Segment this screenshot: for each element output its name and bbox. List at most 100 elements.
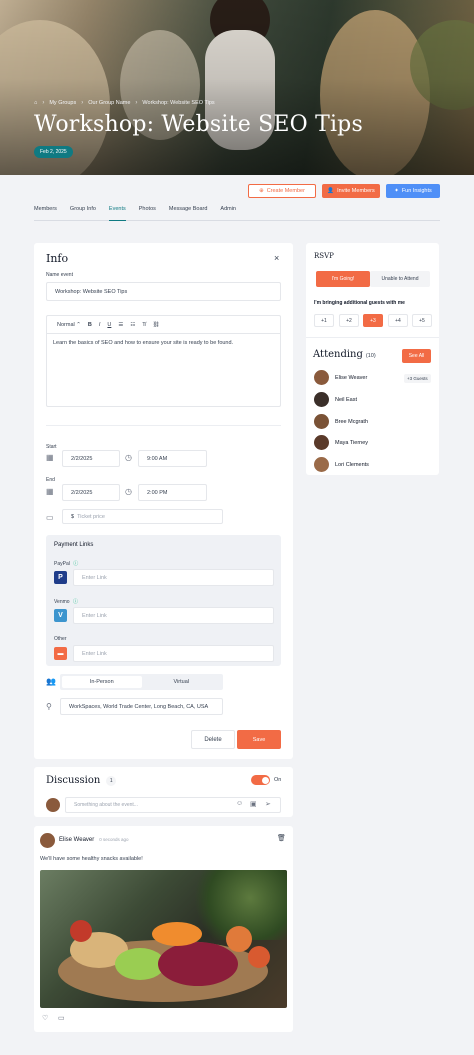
mode-option-in-person[interactable]: In-Person: [62, 676, 142, 688]
plus-circle-icon: ⊕: [259, 188, 264, 194]
action-bar: ⊕ Create Member 👤 Invite Members ✦ Fun I…: [248, 184, 440, 198]
paypal-label: PayPal ⓘ: [54, 560, 78, 567]
post-meta: Elise Weaver 0 seconds ago: [59, 837, 129, 843]
heart-icon[interactable]: ♡: [42, 1014, 48, 1022]
end-time-input[interactable]: 2:00 PM: [138, 484, 207, 501]
invite-members-button[interactable]: 👤 Invite Members: [322, 184, 380, 198]
bullet-list-icon[interactable]: ☷: [130, 322, 135, 328]
avatar: [314, 414, 329, 429]
clock-icon: ◷: [125, 487, 132, 496]
clear-format-icon[interactable]: T̸: [142, 322, 145, 328]
attendee-row[interactable]: Lori Clements: [314, 457, 369, 472]
attending-heading: Attending: [313, 349, 363, 360]
emoji-icon[interactable]: ☺: [236, 800, 243, 807]
link-icon[interactable]: ⛓: [153, 322, 160, 328]
attendee-row[interactable]: Neil East: [314, 392, 357, 407]
guest-option-1[interactable]: +1: [314, 314, 334, 327]
payment-links-panel: Payment Links PayPal ⓘ P Enter Link Venm…: [46, 535, 281, 666]
guest-option-3[interactable]: +3: [363, 314, 383, 327]
discussion-count: 1: [106, 775, 117, 786]
comment-icon[interactable]: ▭: [58, 1014, 65, 1022]
attending-header: Attending (10): [313, 349, 376, 360]
sparkle-icon: ✦: [394, 188, 399, 194]
fun-insights-button[interactable]: ✦ Fun Insights: [386, 184, 440, 198]
guest-option-2[interactable]: +2: [339, 314, 359, 327]
image-icon[interactable]: ▣: [250, 800, 257, 808]
avatar: [40, 833, 55, 848]
start-label: Start: [46, 444, 57, 450]
guest-option-5[interactable]: +5: [412, 314, 432, 327]
attendee-name: Elise Weaver: [335, 374, 368, 381]
start-time-input[interactable]: 9:00 AM: [138, 450, 207, 467]
see-all-button[interactable]: See All: [402, 349, 431, 363]
breadcrumb: ⌂ › My Groups › Our Group Name › Worksho…: [34, 100, 215, 106]
trash-icon[interactable]: 🗑: [277, 834, 286, 842]
create-member-button[interactable]: ⊕ Create Member: [248, 184, 316, 198]
avatar: [314, 370, 329, 385]
chevron-right-icon: ›: [81, 100, 84, 106]
underline-icon[interactable]: U: [107, 322, 111, 328]
ticket-icon: ▭: [46, 513, 54, 522]
attendee-row[interactable]: Bree Mcgrath: [314, 414, 368, 429]
comment-placeholder: Something about the event...: [74, 802, 138, 808]
text-style-select[interactable]: Normal ⌃: [57, 322, 81, 328]
going-button[interactable]: I'm Going!: [316, 271, 370, 287]
tab-message-board[interactable]: Message Board: [169, 205, 208, 220]
card-icon: ▬: [54, 647, 67, 660]
end-label: End: [46, 477, 55, 483]
start-date-input[interactable]: 2/2/2025: [62, 450, 120, 467]
paypal-link-input[interactable]: Enter Link: [73, 569, 274, 586]
text-style-value: Normal: [57, 321, 75, 328]
tab-photos[interactable]: Photos: [139, 205, 156, 220]
tab-admin[interactable]: Admin: [220, 205, 236, 220]
clock-icon: ◷: [125, 453, 132, 462]
description-text[interactable]: Learn the basics of SEO and how to ensur…: [47, 334, 280, 352]
end-date-input[interactable]: 2/2/2025: [62, 484, 120, 501]
post-time: 0 seconds ago: [99, 837, 129, 842]
tab-events[interactable]: Events: [108, 205, 126, 221]
italic-icon[interactable]: I: [99, 322, 101, 328]
delete-button[interactable]: Delete: [191, 730, 235, 749]
currency-symbol: $: [71, 513, 75, 520]
venmo-link-input[interactable]: Enter Link: [73, 607, 274, 624]
post-author[interactable]: Elise Weaver: [59, 837, 94, 843]
bold-icon[interactable]: B: [88, 322, 92, 328]
tab-bar: Members Group Info Events Photos Message…: [34, 205, 440, 221]
guest-option-4[interactable]: +4: [388, 314, 408, 327]
venmo-link-placeholder: Enter Link: [82, 612, 107, 619]
venmo-logo-icon: V: [54, 609, 67, 622]
ordered-list-icon[interactable]: ☰: [118, 322, 123, 328]
discussion-toggle[interactable]: [251, 775, 270, 785]
location-input[interactable]: WorkSpaces, World Trade Center, Long Bea…: [60, 698, 223, 715]
peach-shape: [248, 946, 270, 968]
ticket-price-placeholder: Ticket price: [77, 513, 105, 520]
info-circle-icon: ⓘ: [73, 561, 79, 567]
save-button[interactable]: Save: [237, 730, 281, 749]
event-mode-toggle: In-Person Virtual: [60, 674, 223, 690]
guest-count-badge: +3 Guests: [404, 374, 431, 383]
send-icon[interactable]: ➢: [265, 800, 271, 808]
comment-input[interactable]: Something about the event...: [65, 797, 281, 813]
attendee-row[interactable]: Maya Tierney: [314, 435, 368, 450]
tab-group-info[interactable]: Group Info: [70, 205, 96, 220]
tab-members[interactable]: Members: [34, 205, 57, 220]
attendee-row[interactable]: Elise Weaver: [314, 370, 367, 385]
breadcrumb-item[interactable]: My Groups: [49, 100, 76, 106]
event-name-input[interactable]: Workshop: Website SEO Tips: [46, 282, 281, 301]
mode-option-virtual[interactable]: Virtual: [142, 676, 222, 688]
discussion-header: Discussion 1: [46, 775, 117, 786]
chevron-right-icon: ›: [42, 100, 45, 106]
fun-insights-label: Fun Insights: [401, 188, 432, 194]
unable-button[interactable]: Unable to Attend: [370, 271, 430, 287]
peach-shape: [226, 926, 252, 952]
user-plus-icon: 👤: [327, 188, 335, 194]
berries-shape: [158, 942, 238, 986]
other-link-input[interactable]: Enter Link: [73, 645, 274, 662]
post-image[interactable]: [40, 870, 287, 1008]
ticket-price-input[interactable]: $ Ticket price: [62, 509, 223, 524]
editor-toolbar: Normal ⌃ B I U ☰ ☷ T̸ ⛓: [47, 316, 280, 334]
breadcrumb-item[interactable]: Our Group Name: [88, 100, 130, 106]
home-icon[interactable]: ⌂: [34, 100, 37, 106]
close-icon[interactable]: ×: [274, 253, 279, 263]
attendee-name: Lori Clements: [335, 461, 369, 468]
